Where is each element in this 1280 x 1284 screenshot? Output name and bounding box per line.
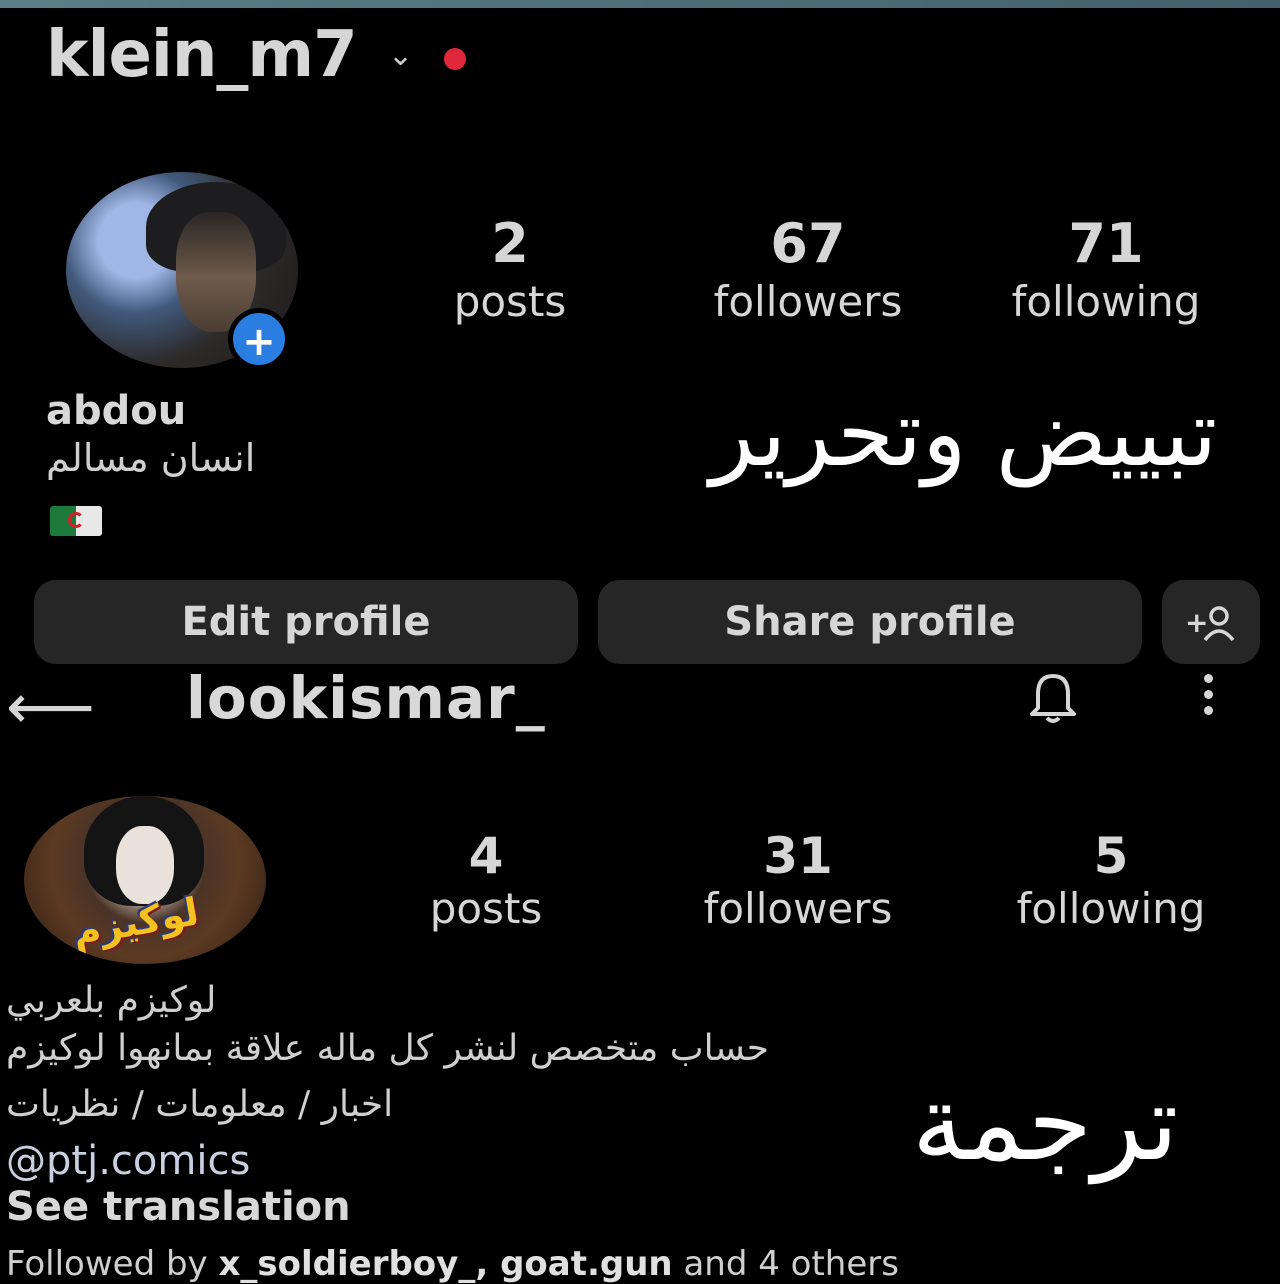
more-options-icon[interactable] (1196, 674, 1220, 724)
profile-username-2: lookismar_ (186, 664, 546, 732)
bio-line-3: اخبار / معلومات / نظريات (6, 1084, 394, 1125)
add-person-icon: + (1185, 606, 1235, 641)
avatar-2[interactable]: لوكيزم (24, 796, 266, 964)
overlay-caption-bleach-edit: تبييض وتحرير (710, 380, 1218, 487)
avatar-logo-text: لوكيزم (69, 889, 203, 955)
bio-mention-link[interactable]: @ptj.comics (6, 1138, 250, 1184)
stat-posts[interactable]: 2 posts (430, 214, 590, 330)
algeria-flag-icon (50, 506, 102, 536)
stat-following[interactable]: 71 following (990, 214, 1222, 330)
edit-profile-button[interactable]: Edit profile (34, 580, 578, 664)
svg-text:+: + (1185, 606, 1208, 639)
see-translation-link[interactable]: See translation (6, 1184, 351, 1230)
bio-line-2: حساب متخصص لنشر كل ماله علاقة بمانهوا لو… (6, 1028, 769, 1069)
top-strip (0, 0, 1280, 8)
bio-line-1: لوكيزم بلعربي (6, 980, 217, 1021)
chevron-down-icon[interactable]: ⌄ (388, 38, 413, 73)
followed-by-text[interactable]: Followed by x_soldierboy_, goat.gun and … (6, 1244, 899, 1284)
profile-bio: انسان مسالم (46, 436, 256, 480)
stat-followers[interactable]: 67 followers (690, 214, 926, 330)
overlay-caption-translation: ترجمة (912, 1062, 1179, 1184)
profile-username[interactable]: klein_m7 (46, 18, 358, 92)
stat-followers-2[interactable]: 31 followers (680, 828, 916, 934)
bell-icon[interactable] (1020, 666, 1086, 726)
share-profile-button[interactable]: Share profile (598, 580, 1142, 664)
back-arrow-icon[interactable]: ⟵ (6, 670, 95, 743)
stat-posts-2[interactable]: 4 posts (410, 828, 562, 934)
add-story-icon[interactable]: + (228, 308, 290, 370)
add-user-button[interactable]: + (1162, 580, 1260, 664)
notification-dot (444, 48, 466, 70)
profile-name: abdou (46, 388, 187, 434)
stat-following-2[interactable]: 5 following (996, 828, 1226, 934)
